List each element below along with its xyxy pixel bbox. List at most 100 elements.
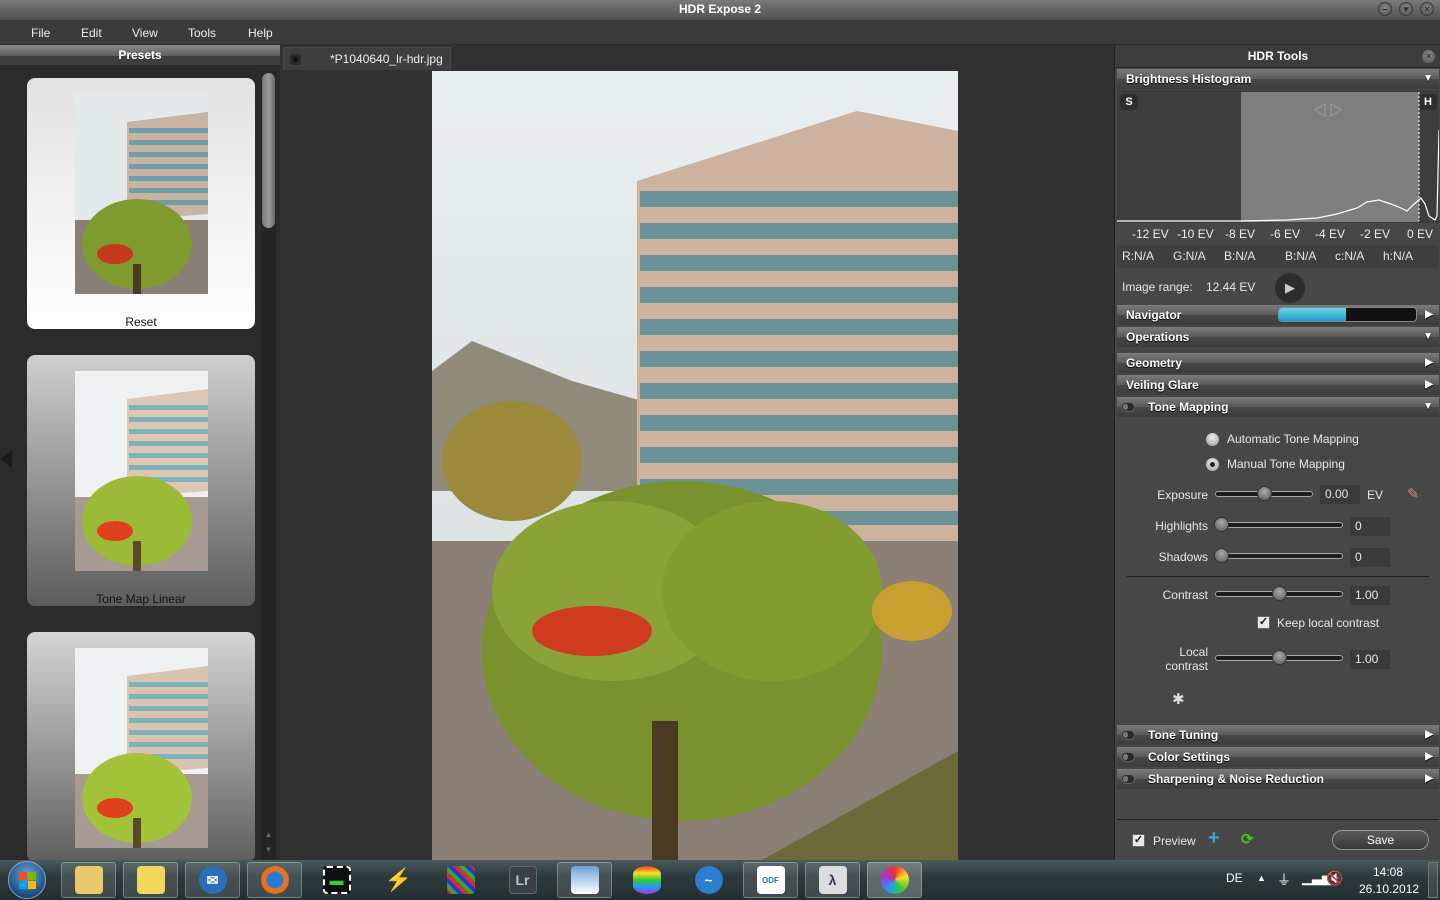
readout-b2: B:N/A (1285, 249, 1317, 263)
section-veiling-glare[interactable]: Veiling Glare ▶ (1117, 375, 1439, 395)
menu-tools[interactable]: Tools (188, 26, 216, 40)
taskbar-sticky-notes[interactable] (123, 862, 178, 898)
section-sharpening-noise-reduction[interactable]: Sharpening & Noise Reduction ▶ (1117, 769, 1439, 789)
taskbar-app[interactable] (619, 862, 674, 898)
clock-time[interactable]: 14:08 (1373, 865, 1403, 879)
start-button[interactable] (8, 861, 46, 899)
close-panel-icon[interactable]: × (1422, 50, 1435, 63)
keep-local-contrast-checkbox[interactable]: ✓ (1257, 616, 1270, 629)
histogram-ev-axis: -12 EV -10 EV -8 EV -6 EV -4 EV -2 EV 0 … (1117, 225, 1439, 245)
preview-checkbox[interactable]: ✓ (1132, 834, 1145, 847)
taskbar-pdf-tool[interactable] (433, 862, 488, 898)
ev-tick: -2 EV (1360, 227, 1391, 241)
section-tone-tuning[interactable]: Tone Tuning ▶ (1117, 725, 1439, 745)
expand-icon: ▶ (1425, 773, 1433, 784)
preset-item[interactable] (27, 632, 255, 862)
preview-label: Preview (1153, 834, 1196, 848)
sharpening-toggle[interactable] (1121, 774, 1135, 784)
taskbar-paint[interactable] (557, 862, 612, 898)
eyedropper-icon[interactable]: ✎ (1407, 485, 1420, 503)
readout-g: G:N/A (1173, 249, 1206, 263)
taskbar-video-editor[interactable]: ▬ (309, 862, 364, 898)
power-plug-icon[interactable]: ⏚ (1277, 870, 1291, 890)
minimize-button[interactable]: – (1378, 2, 1392, 16)
contrast-slider[interactable] (1215, 586, 1343, 601)
shadows-slider[interactable] (1214, 548, 1343, 563)
preset-tone-map-linear[interactable]: Tone Map Linear (27, 355, 255, 606)
exposure-slider-knob[interactable] (1257, 486, 1272, 501)
readout-r: R:N/A (1122, 249, 1155, 263)
shadows-value[interactable]: 0 (1350, 548, 1390, 567)
highlights-label: Highlights (1155, 519, 1208, 533)
manual-tone-mapping-label: Manual Tone Mapping (1227, 457, 1345, 471)
collapse-left-icon[interactable] (0, 450, 12, 468)
expand-icon: ▶ (1425, 357, 1433, 368)
maximize-button[interactable]: ▾ (1399, 2, 1413, 16)
menu-edit[interactable]: Edit (81, 26, 102, 40)
show-desktop-button[interactable] (1428, 862, 1438, 898)
exposure-value[interactable]: 0.00 (1320, 485, 1360, 504)
section-tone-mapping[interactable]: Tone Mapping ▼ (1117, 397, 1439, 417)
taskbar-explorer[interactable] (61, 862, 116, 898)
section-color-settings[interactable]: Color Settings ▶ (1117, 747, 1439, 767)
show-hidden-icons[interactable]: ▲ (1257, 873, 1266, 883)
taskbar-openoffice[interactable]: ~ (681, 862, 736, 898)
taskbar-firefox[interactable] (247, 862, 302, 898)
color-settings-toggle[interactable] (1121, 752, 1135, 762)
section-label: Operations (1126, 330, 1190, 344)
tone-tuning-toggle[interactable] (1121, 730, 1135, 740)
exposure-slider[interactable] (1215, 486, 1313, 501)
volume-muted-icon[interactable]: 🔇 (1326, 870, 1343, 887)
document-tab[interactable]: *P1040640_lr-hdr.jpg (283, 47, 451, 70)
taskbar-expose[interactable] (867, 862, 922, 898)
navigator-fill (1279, 308, 1347, 321)
paint-icon (570, 866, 599, 894)
taskbar-odf-document[interactable]: ODF (743, 862, 798, 898)
play-icon[interactable]: ▶ (1275, 273, 1305, 303)
ev-tick: 0 EV (1407, 227, 1434, 241)
taskbar-app-2[interactable]: λ (805, 862, 860, 898)
collapse-icon: ▼ (1423, 401, 1433, 412)
local-contrast-slider-knob[interactable] (1272, 650, 1287, 665)
scroll-down-icon[interactable]: ▼ (262, 843, 275, 857)
navigator-bar[interactable] (1278, 307, 1417, 322)
radio-automatic-tone-mapping[interactable] (1206, 433, 1219, 446)
shadows-slider-knob[interactable] (1214, 548, 1229, 563)
section-operations[interactable]: Operations ▼ (1117, 327, 1439, 347)
clock-date[interactable]: 26.10.2012 (1359, 882, 1419, 896)
highlights-slider[interactable] (1214, 517, 1343, 532)
section-geometry[interactable]: Geometry ▶ (1117, 353, 1439, 373)
section-brightness-histogram[interactable]: Brightness Histogram ▼ (1117, 69, 1439, 89)
histogram-left-arrow-icon (1314, 103, 1326, 117)
contrast-value[interactable]: 1.00 (1350, 586, 1390, 605)
contrast-slider-knob[interactable] (1272, 586, 1287, 601)
thunderbird-icon: ✉ (198, 866, 227, 894)
hdr-image[interactable] (432, 71, 958, 860)
preset-reset[interactable]: Reset (27, 78, 255, 329)
radio-manual-tone-mapping[interactable] (1206, 458, 1219, 471)
language-indicator[interactable]: DE (1226, 871, 1243, 885)
settings-gear-icon[interactable]: ✱ (1172, 690, 1185, 708)
highlights-value[interactable]: 0 (1350, 517, 1390, 536)
presets-scrollbar-thumb[interactable] (262, 73, 275, 228)
taskbar-winamp[interactable]: ⚡ (371, 862, 426, 898)
ev-tick: -8 EV (1225, 227, 1256, 241)
local-contrast-slider[interactable] (1215, 650, 1343, 665)
add-icon[interactable]: + (1208, 827, 1220, 850)
refresh-icon[interactable]: ⟳ (1241, 830, 1254, 848)
taskbar-thunderbird[interactable]: ✉ (185, 862, 240, 898)
save-button[interactable]: Save (1332, 830, 1429, 850)
highlights-slider-knob[interactable] (1214, 517, 1229, 532)
readout-c: c:N/A (1335, 249, 1365, 263)
close-button[interactable]: × (1420, 2, 1434, 16)
menu-file[interactable]: File (31, 26, 50, 40)
menu-help[interactable]: Help (248, 26, 273, 40)
tone-mapping-toggle[interactable] (1121, 402, 1135, 412)
section-label: Tone Tuning (1148, 728, 1219, 742)
scroll-up-icon[interactable]: ▲ (262, 828, 275, 842)
taskbar-lightroom[interactable]: Lr (495, 862, 550, 898)
local-contrast-value[interactable]: 1.00 (1350, 650, 1390, 669)
menu-view[interactable]: View (132, 26, 158, 40)
pdf-tool-icon (446, 866, 475, 894)
lambda-icon: λ (818, 866, 847, 894)
